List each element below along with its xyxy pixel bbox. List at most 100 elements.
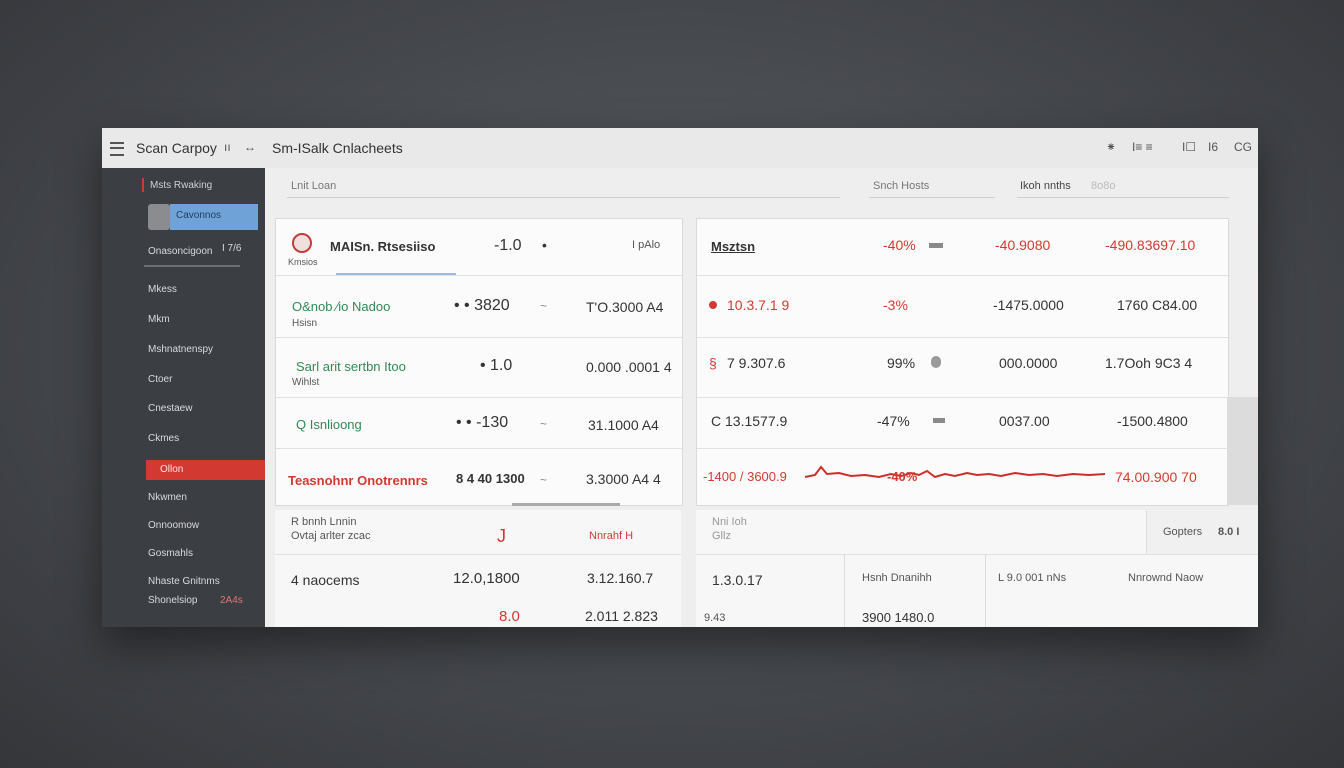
table-cell: Hsnh Dnanihh	[862, 572, 932, 584]
sidebar-row3-value: I 7/6	[222, 243, 242, 254]
table-row-sub: Kmsios	[288, 257, 318, 267]
row-divider	[276, 275, 682, 276]
table-cell: -490.83697.10	[1105, 237, 1196, 253]
row-divider	[697, 397, 1228, 398]
table-cell: 7 9.307.6	[727, 355, 786, 371]
table-cell: ~	[540, 299, 548, 313]
tab-icon[interactable]: I6	[1208, 140, 1218, 154]
table-row-name[interactable]: Msztsn	[711, 239, 755, 254]
app-window: Scan Carpoy ıı ↔ Sm-ISalk Cnlacheets ⁕ I…	[102, 128, 1258, 627]
table-cell: • • 3820	[454, 297, 510, 314]
sidebar: Msts Rwaking Cavonnos Onasoncigoon I 7/6…	[102, 168, 265, 627]
sparkline-chart	[805, 465, 1105, 479]
bar-icon	[933, 418, 945, 423]
filter-hosts-label[interactable]: Snch Hosts	[873, 180, 929, 192]
table-cell: C 13.1577.9	[711, 413, 788, 429]
table-row-sub: Wihlst	[292, 377, 320, 388]
sidebar-footer-line1: Nhaste Gnitnms	[148, 576, 220, 587]
sidebar-item[interactable]: Gosmahls	[148, 548, 193, 559]
groups-label: Gopters	[1163, 526, 1203, 538]
table-cell: -40%	[887, 469, 918, 484]
table-cell: 1760 C84.00	[1117, 297, 1198, 313]
table-cell: 9.43	[704, 612, 726, 624]
right-table: Msztsn -40% -40.9080 -490.83697.10 10.3.…	[696, 218, 1229, 506]
bottom-label: Nni Ioh	[712, 516, 747, 528]
table-cell: 3900 1480.0	[862, 610, 935, 625]
table-row-name[interactable]: 4 naocems	[291, 572, 359, 588]
table-cell: -1.0	[494, 237, 522, 254]
table-cell: 1.3.0.17	[712, 572, 763, 588]
table-cell: 0.000 .0001 4	[586, 359, 672, 375]
row-divider	[696, 554, 1258, 555]
lock-icon	[931, 356, 941, 368]
table-row-sub: Hsisn	[292, 318, 318, 329]
range-label[interactable]: Ikoh nnths	[1020, 180, 1071, 192]
table-row-name[interactable]: Sarl arit sertbn Itoo	[296, 359, 406, 374]
row-divider	[697, 275, 1228, 276]
table-cell: 10.3.7.1 9	[727, 297, 790, 313]
row-divider	[276, 448, 682, 449]
row-highlight	[336, 273, 456, 275]
sidebar-footer-value: 2A4s	[220, 595, 243, 606]
table-cell: • 1.0	[480, 357, 513, 374]
table-cell: -40%	[883, 237, 916, 253]
pause-icon[interactable]: ıı	[224, 140, 231, 154]
app-name: Scan Carpoy	[136, 140, 217, 156]
row-divider	[697, 337, 1228, 338]
bottom-mark: J	[497, 526, 506, 546]
sidebar-divider	[144, 265, 240, 267]
sidebar-item-selected-label: Cavonnos	[176, 210, 222, 221]
search-input[interactable]: Lnit Loan	[291, 180, 336, 192]
table-cell: 8 4 40 1300	[456, 471, 525, 486]
window-icon[interactable]: I☐	[1182, 140, 1196, 154]
flag-mark: §	[709, 355, 717, 371]
table-row-name[interactable]: Teasnohnr Onotrennrs	[288, 473, 428, 488]
sidebar-row3-label[interactable]: Onasoncigoon	[148, 246, 213, 257]
sidebar-footer-line2: Shonelsiop	[148, 595, 198, 606]
sidebar-item-active-label: Ollon	[160, 464, 184, 475]
search-underline	[287, 197, 840, 198]
window-title: Sm-ISalk Cnlacheets	[272, 140, 403, 156]
sidebar-item[interactable]: Onnoomow	[148, 520, 199, 531]
table-cell: Nnrownd Naow	[1128, 572, 1204, 584]
table-row-name[interactable]: MAISn. Rtsesiiso	[330, 239, 435, 254]
table-cell: I pAlo	[632, 239, 661, 251]
sidebar-item[interactable]: Mshnatnenspy	[148, 344, 213, 355]
table-cell: -3%	[883, 297, 908, 313]
left-table: MAISn. Rtsesiiso Kmsios -1.0 • I pAlo O&…	[275, 218, 683, 506]
table-cell: 000.0000	[999, 355, 1058, 371]
column-divider	[985, 554, 986, 627]
grid-icon[interactable]: I≡ ≡	[1132, 140, 1153, 154]
main-content: Lnit Loan Snch Hosts Ikoh nnths 8o8o MAI…	[265, 168, 1258, 627]
sidebar-item[interactable]: Mkess	[148, 284, 177, 295]
sidebar-item[interactable]: Mkm	[148, 314, 170, 325]
bottom-left-panel: R bnnh Lnnin Ovtaj arlter zcac J Nnrahf …	[275, 510, 681, 627]
table-cell: 1.7Ooh 9C3 4	[1105, 355, 1193, 371]
table-cell: ~	[540, 417, 548, 431]
sidebar-accent-bar	[142, 178, 144, 192]
table-cell: -47%	[877, 413, 910, 429]
row-divider	[276, 337, 682, 338]
sidebar-item[interactable]: Nkwmen	[148, 492, 187, 503]
arrow-icon[interactable]: ↔	[244, 140, 256, 154]
bottom-label: Ovtaj arlter zcac	[291, 530, 371, 542]
row-divider	[697, 448, 1228, 449]
sidebar-item[interactable]: Cnestaew	[148, 403, 192, 414]
table-cell: -1475.0000	[993, 297, 1064, 313]
table-row-name[interactable]: Q Isnlioong	[296, 417, 362, 432]
bottom-label: R bnnh Lnnin	[291, 516, 357, 528]
sidebar-item[interactable]: Ctoer	[148, 374, 172, 385]
hamburger-menu-icon[interactable]	[110, 142, 124, 156]
sidebar-avatar-icon	[148, 204, 170, 230]
bar-icon	[929, 243, 943, 248]
sidebar-item[interactable]: Ckmes	[148, 433, 179, 444]
table-cell: -1400 / 3600.9	[703, 469, 787, 484]
bottom-red-label: Nnrahf H	[589, 530, 634, 542]
table-row-name[interactable]: O&nob ⁄io Nadoo	[292, 299, 390, 314]
table-cell: 2.011 2.823	[585, 608, 658, 624]
table-cell: •	[542, 237, 547, 253]
table-cell: -1500.4800	[1117, 413, 1188, 429]
c-icon[interactable]: CG	[1234, 140, 1252, 154]
bottom-label: Gllz	[712, 530, 731, 542]
star-icon[interactable]: ⁕	[1106, 140, 1116, 154]
